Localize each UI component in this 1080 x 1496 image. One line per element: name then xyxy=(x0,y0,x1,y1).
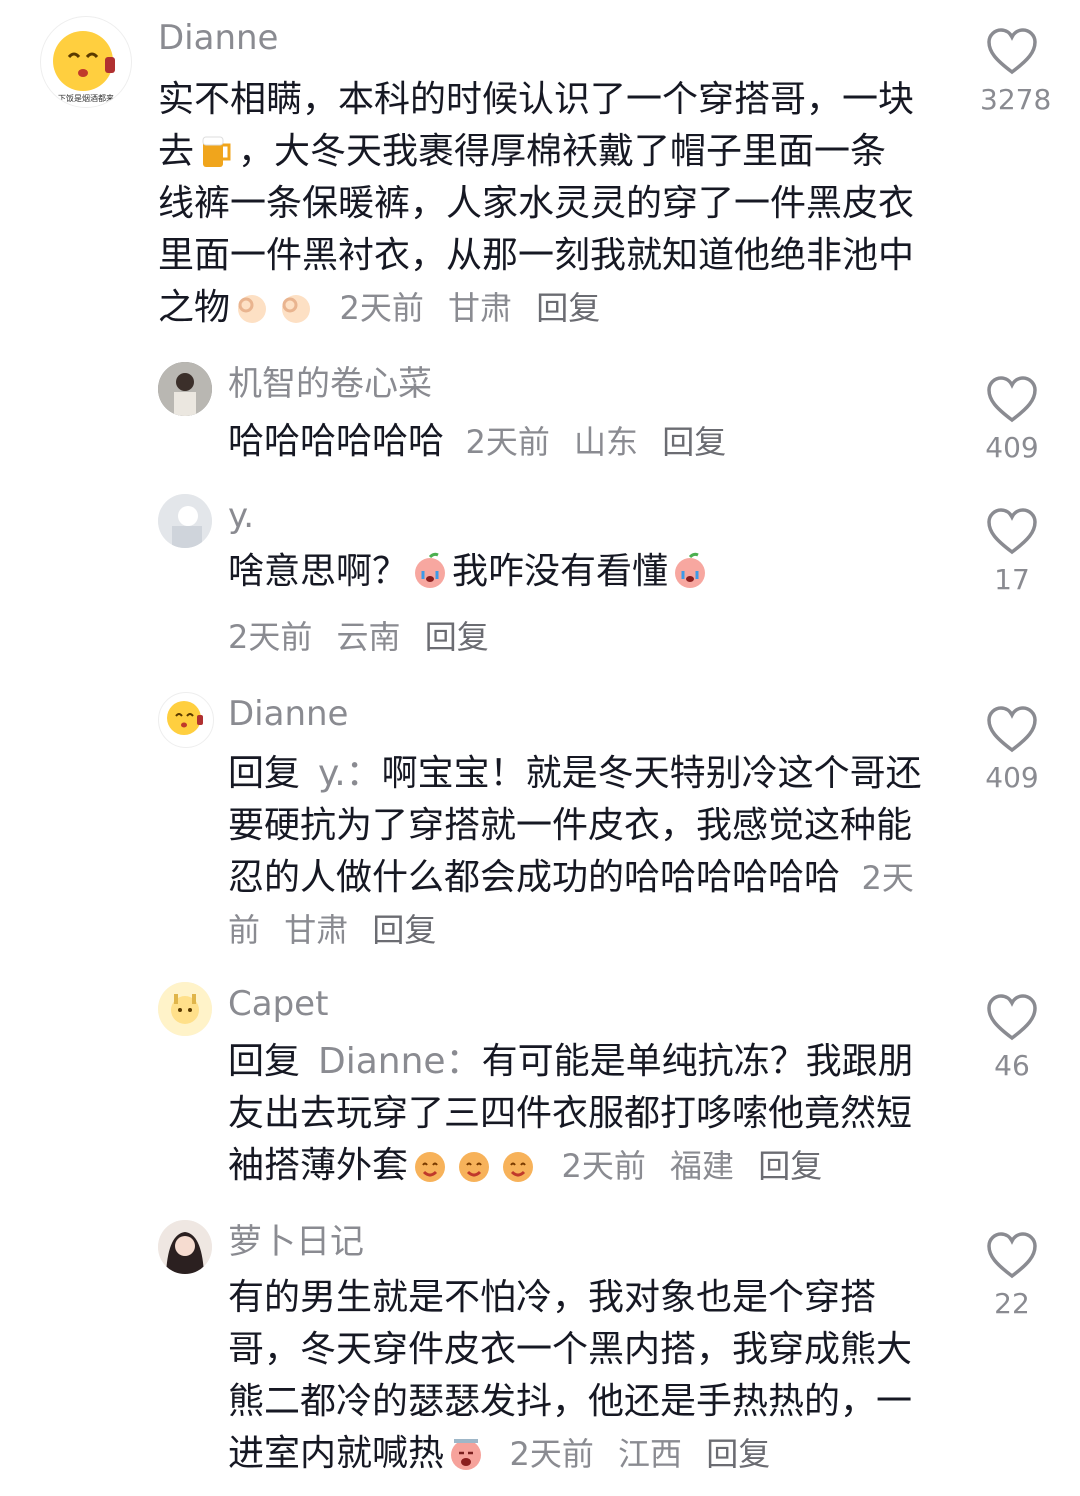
comment-meta: 2天前 云南 回复 xyxy=(228,612,503,658)
crying-peach-icon xyxy=(415,552,446,588)
like-button[interactable]: 409 xyxy=(980,376,1044,466)
reply-button[interactable]: 回复 xyxy=(536,289,600,327)
like-count: 17 xyxy=(994,563,1030,596)
comment-location: 福建 xyxy=(670,1147,735,1185)
like-button[interactable]: 409 xyxy=(980,706,1044,796)
comment-time: 2天前 xyxy=(228,618,313,656)
hot-face-icon xyxy=(451,1439,482,1470)
reply-button[interactable]: 回复 xyxy=(758,1147,822,1185)
reply-to-user[interactable]: y.： xyxy=(318,753,382,794)
reply-prefix: 回复 xyxy=(228,1041,301,1082)
comment-meta: 2天前 江西 回复 xyxy=(509,1435,784,1473)
svg-text:下饭是烟酒都来: 下饭是烟酒都来 xyxy=(58,93,114,103)
like-button[interactable]: 3278 xyxy=(980,28,1052,118)
username[interactable]: y. xyxy=(228,496,254,536)
smiling-peach-icon xyxy=(459,1152,490,1182)
heart-icon xyxy=(987,994,1037,1041)
like-button[interactable]: 46 xyxy=(980,994,1044,1084)
smiling-peach-icon xyxy=(503,1152,534,1182)
comment-location: 甘肃 xyxy=(284,911,349,949)
like-count: 22 xyxy=(994,1287,1030,1320)
comment-location: 山东 xyxy=(574,423,639,461)
reply-button[interactable]: 回复 xyxy=(662,423,726,461)
reply-to-user[interactable]: Dianne： xyxy=(318,1041,482,1082)
heart-icon xyxy=(987,28,1037,75)
reply-button[interactable]: 回复 xyxy=(425,618,489,656)
reply-prefix: 回复 xyxy=(228,753,301,794)
comment-location: 云南 xyxy=(336,618,401,656)
heart-icon xyxy=(987,376,1037,423)
like-count: 409 xyxy=(985,431,1039,464)
comment-meta: 2天前 福建 回复 xyxy=(561,1147,836,1185)
emoji-avatar-icon xyxy=(167,701,203,735)
comment-location: 江西 xyxy=(618,1435,683,1473)
comment-time: 2天前 xyxy=(561,1147,646,1185)
username[interactable]: 机智的卷心菜 xyxy=(228,364,432,404)
heart-icon xyxy=(987,1232,1037,1279)
username[interactable]: Capet xyxy=(228,984,328,1024)
reply-button[interactable]: 回复 xyxy=(706,1435,770,1473)
avatar-photo-icon xyxy=(158,362,212,416)
avatar[interactable] xyxy=(158,362,212,416)
beer-icon xyxy=(202,136,231,167)
smiling-peach-icon xyxy=(415,1152,446,1182)
heart-icon xyxy=(987,706,1037,753)
comment-text: 实不相瞒，本科的时候认识了一个穿搭哥，一块去 ，大冬天我裹得厚棉袄戴了帽子里面一条… xyxy=(158,79,915,328)
avatar[interactable] xyxy=(158,1220,212,1274)
comment-text: 回复 Dianne：有可能是单纯抗冻？我跟朋友出去玩穿了三四件衣服都打哆嗦他竟然短… xyxy=(228,1041,914,1186)
avatar[interactable] xyxy=(158,692,214,748)
avatar[interactable] xyxy=(158,494,212,548)
comment-location: 甘肃 xyxy=(448,289,513,327)
avatar-photo-icon xyxy=(158,494,212,548)
ok-hand-icon xyxy=(238,295,267,323)
avatar[interactable] xyxy=(158,982,212,1036)
like-count: 3278 xyxy=(980,83,1052,116)
like-count: 409 xyxy=(985,761,1039,794)
comment-text: 哈哈哈哈哈哈 2天前 山东 回复 xyxy=(228,416,928,468)
like-count: 46 xyxy=(994,1049,1030,1082)
username[interactable]: 萝卜日记 xyxy=(228,1222,364,1262)
avatar-illustration-icon xyxy=(158,982,212,1036)
comment-text: 回复 y.：啊宝宝！就是冬天特别冷这个哥还要硬抗为了穿搭就一件皮衣，我感觉这种能忍… xyxy=(228,753,922,949)
crying-peach-icon xyxy=(675,552,706,588)
username[interactable]: Dianne xyxy=(158,18,278,58)
comment-meta: 2天前 甘肃 回复 xyxy=(339,289,614,327)
like-button[interactable]: 17 xyxy=(980,508,1044,598)
like-button[interactable]: 22 xyxy=(980,1232,1044,1322)
avatar-photo-icon xyxy=(158,1220,212,1274)
comment-text: 有的男生就是不怕冷，我对象也是个穿搭哥，冬天穿件皮衣一个黑内搭，我穿成熊大熊二都… xyxy=(228,1277,913,1474)
comment-time: 2天前 xyxy=(509,1435,594,1473)
comment-text: 啥意思啊？ 我咋没有看懂 xyxy=(228,546,928,598)
reply-button[interactable]: 回复 xyxy=(372,911,436,949)
comment-time: 2天前 xyxy=(465,423,550,461)
emoji-avatar-icon: 下饭是烟酒都来 xyxy=(53,31,115,103)
avatar[interactable]: 下饭是烟酒都来 xyxy=(40,16,132,108)
username[interactable]: Dianne xyxy=(228,694,348,734)
comment-meta: 2天前 山东 回复 xyxy=(465,423,740,461)
heart-icon xyxy=(987,508,1037,555)
comment-time: 2天前 xyxy=(339,289,424,327)
ok-hand-icon xyxy=(282,295,311,323)
